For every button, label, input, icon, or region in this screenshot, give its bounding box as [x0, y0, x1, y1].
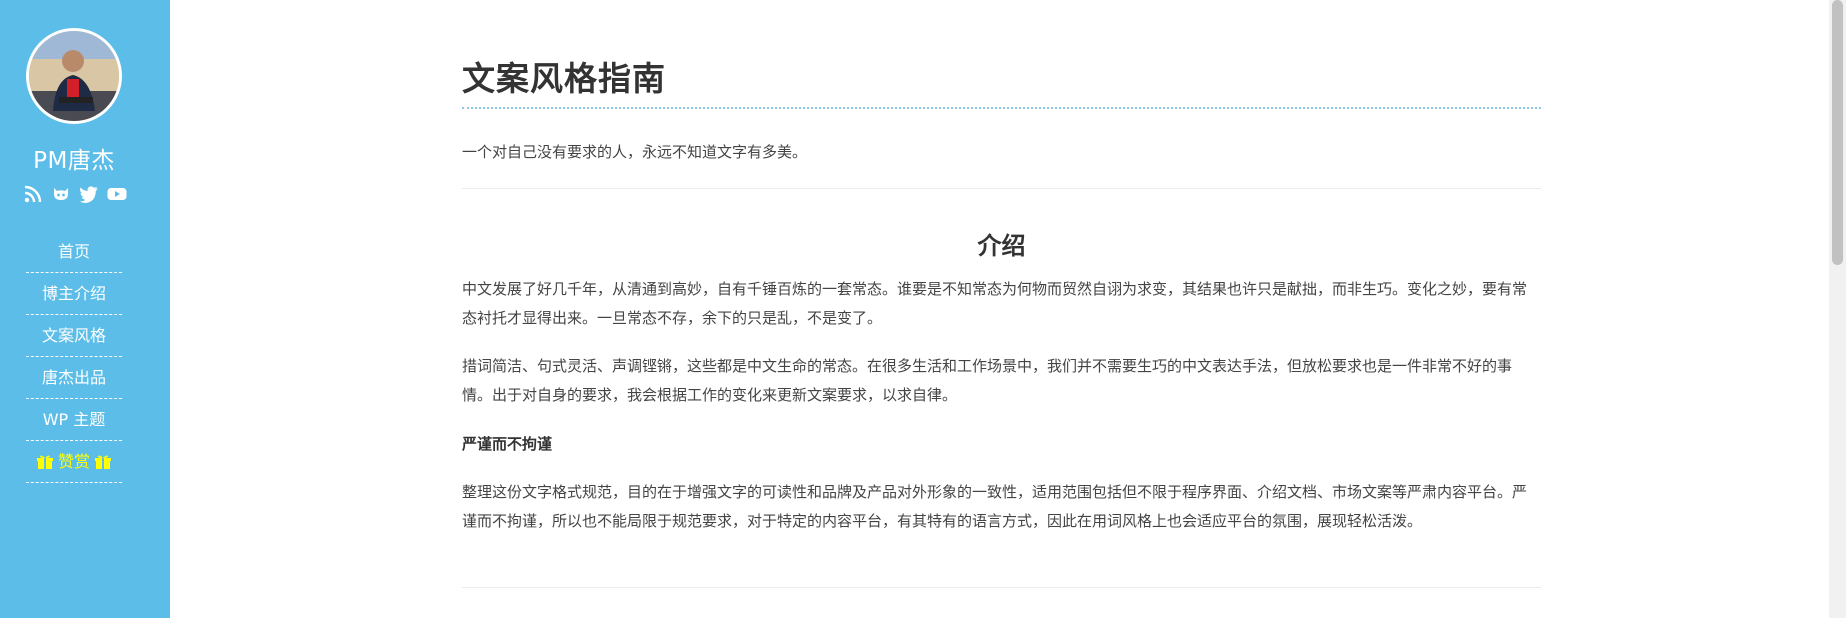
sidebar: PM唐杰 首页 博主介绍 文案风格 唐杰出品 WP 主题 赞赏	[0, 0, 170, 618]
section-title: 介绍	[977, 232, 1026, 260]
social-links	[20, 185, 130, 203]
nav-item-wp-theme[interactable]: WP 主题	[26, 399, 122, 441]
nav-item-label: 唐杰出品	[41, 368, 106, 387]
paragraph: 整理这份文字格式规范，目的在于增强文字的可读性和品牌及产品对外形象的一致性，适用…	[462, 483, 1528, 530]
nav-item-products[interactable]: 唐杰出品	[26, 357, 122, 399]
nav-item-about[interactable]: 博主介绍	[26, 273, 122, 315]
page-subtitle: 一个对自己没有要求的人，永远不知道文字有多美。	[462, 143, 808, 161]
rss-icon[interactable]	[23, 185, 43, 203]
paragraph: 中文发展了好几千年，从清通到高妙，自有千锤百炼的一套常态。谁要是不知常态为何物而…	[462, 280, 1528, 327]
avatar[interactable]	[26, 28, 122, 124]
nav-item-label: 首页	[57, 242, 90, 261]
gift-icon	[36, 443, 53, 485]
scrollbar-thumb[interactable]	[1832, 0, 1843, 265]
youtube-icon[interactable]	[107, 185, 127, 203]
paragraph-heading: 严谨而不拘谨	[462, 435, 553, 453]
nav-item-donate[interactable]: 赞赏	[26, 441, 122, 483]
github-icon[interactable]	[51, 185, 71, 203]
nav-item-label: WP 主题	[42, 410, 106, 429]
nav-item-home[interactable]: 首页	[26, 231, 122, 273]
site-name[interactable]: PM唐杰	[0, 141, 148, 175]
nav-item-label: 文案风格	[41, 326, 106, 345]
divider	[462, 188, 1541, 189]
page-title: 文案风格指南	[462, 59, 666, 98]
gift-icon	[95, 443, 112, 485]
nav-item-style[interactable]: 文案风格	[26, 315, 122, 357]
nav-item-label: 赞赏	[57, 452, 90, 471]
twitter-icon[interactable]	[79, 185, 99, 203]
divider	[462, 587, 1541, 588]
paragraph: 措词简洁、句式灵活、声调铿锵，这些都是中文生命的常态。在很多生活和工作场景中，我…	[462, 357, 1513, 404]
sidebar-nav: 首页 博主介绍 文案风格 唐杰出品 WP 主题 赞赏	[26, 231, 122, 483]
nav-item-label: 博主介绍	[41, 284, 106, 303]
title-divider	[462, 107, 1541, 109]
page-scrollbar[interactable]	[1829, 0, 1846, 618]
